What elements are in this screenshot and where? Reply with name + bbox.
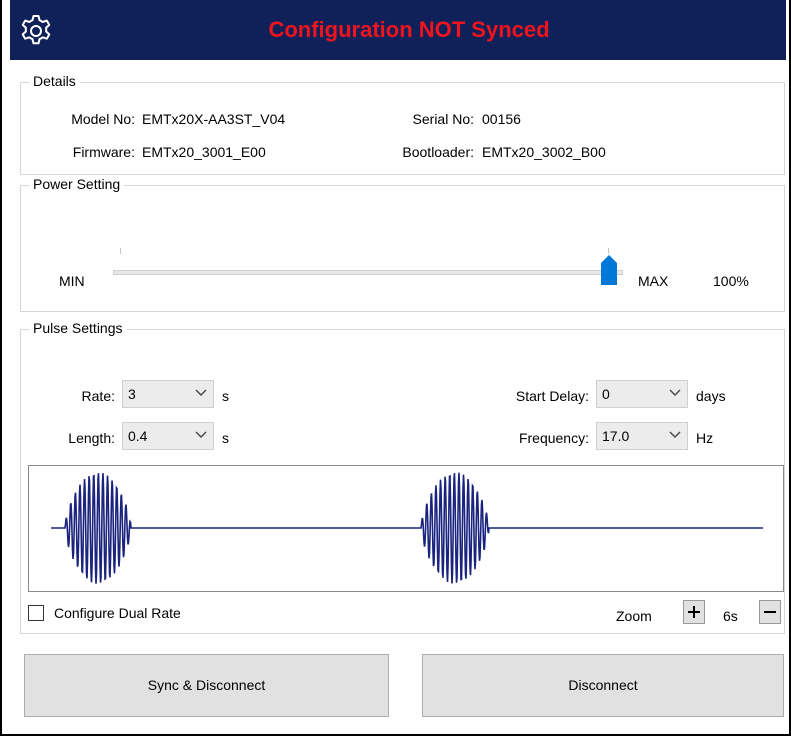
power-max-label: MAX [638,273,669,289]
chevron-down-icon [195,389,207,396]
rate-label: Rate: [81,388,115,404]
bootloader-label: Bootloader: [402,144,474,160]
sync-disconnect-button[interactable]: Sync & Disconnect [24,654,389,717]
disconnect-button[interactable]: Disconnect [422,654,784,717]
frequency-label: Frequency: [518,430,589,446]
details-legend: Details [29,73,80,89]
dual-rate-label[interactable]: Configure Dual Rate [54,605,181,621]
length-select-value: 0.4 [128,428,148,444]
power-min-label: MIN [59,273,85,289]
power-slider[interactable] [113,270,623,275]
pulse-legend: Pulse Settings [29,320,127,336]
start-delay-select-value: 0 [602,386,610,402]
start-delay-unit: days [696,388,726,404]
firmware-label: Firmware: [72,144,135,160]
chevron-down-icon [195,431,207,438]
model-value: EMTx20X-AA3ST_V04 [142,111,286,127]
frequency-select-value: 17.0 [602,428,630,444]
waveform-preview [28,465,784,592]
slider-tick-min [120,248,121,254]
firmware-value: EMTx20_3001_E00 [142,144,266,160]
slider-tick-max [608,248,609,254]
zoom-label: Zoom [616,608,652,624]
length-unit: s [222,430,229,446]
rate-select-value: 3 [128,386,136,402]
minus-icon [764,611,776,613]
length-select[interactable]: 0.4 [122,422,214,450]
pulse-waveform [51,472,763,584]
frequency-unit: Hz [696,430,714,446]
power-slider-thumb[interactable] [601,255,617,285]
page-title: Configuration NOT Synced [268,17,550,42]
title-bar: Configuration NOT Synced [10,0,786,60]
rate-unit: s [222,388,229,404]
bootloader-value: EMTx20_3002_B00 [482,144,606,160]
chevron-down-icon [669,431,681,438]
zoom-out-button[interactable] [759,600,781,624]
start-delay-label: Start Delay: [515,388,589,404]
length-label: Length: [68,430,115,446]
details-group: Details [20,73,785,175]
zoom-value: 6s [723,608,738,624]
waveform-line [51,472,763,584]
frequency-select[interactable]: 17.0 [596,422,688,450]
dual-rate-checkbox[interactable] [28,605,44,621]
start-delay-select[interactable]: 0 [596,380,688,408]
model-label: Model No: [71,111,135,127]
serial-value: 00156 [482,111,521,127]
rate-select[interactable]: 3 [122,380,214,408]
chevron-down-icon [669,389,681,396]
serial-label: Serial No: [412,111,474,127]
power-value: 100% [713,273,749,289]
power-setting-group: Power Setting [20,176,785,312]
zoom-in-button[interactable] [683,600,705,624]
power-legend: Power Setting [29,176,125,192]
app-window: Configuration NOT Synced Details Model N… [0,0,791,736]
